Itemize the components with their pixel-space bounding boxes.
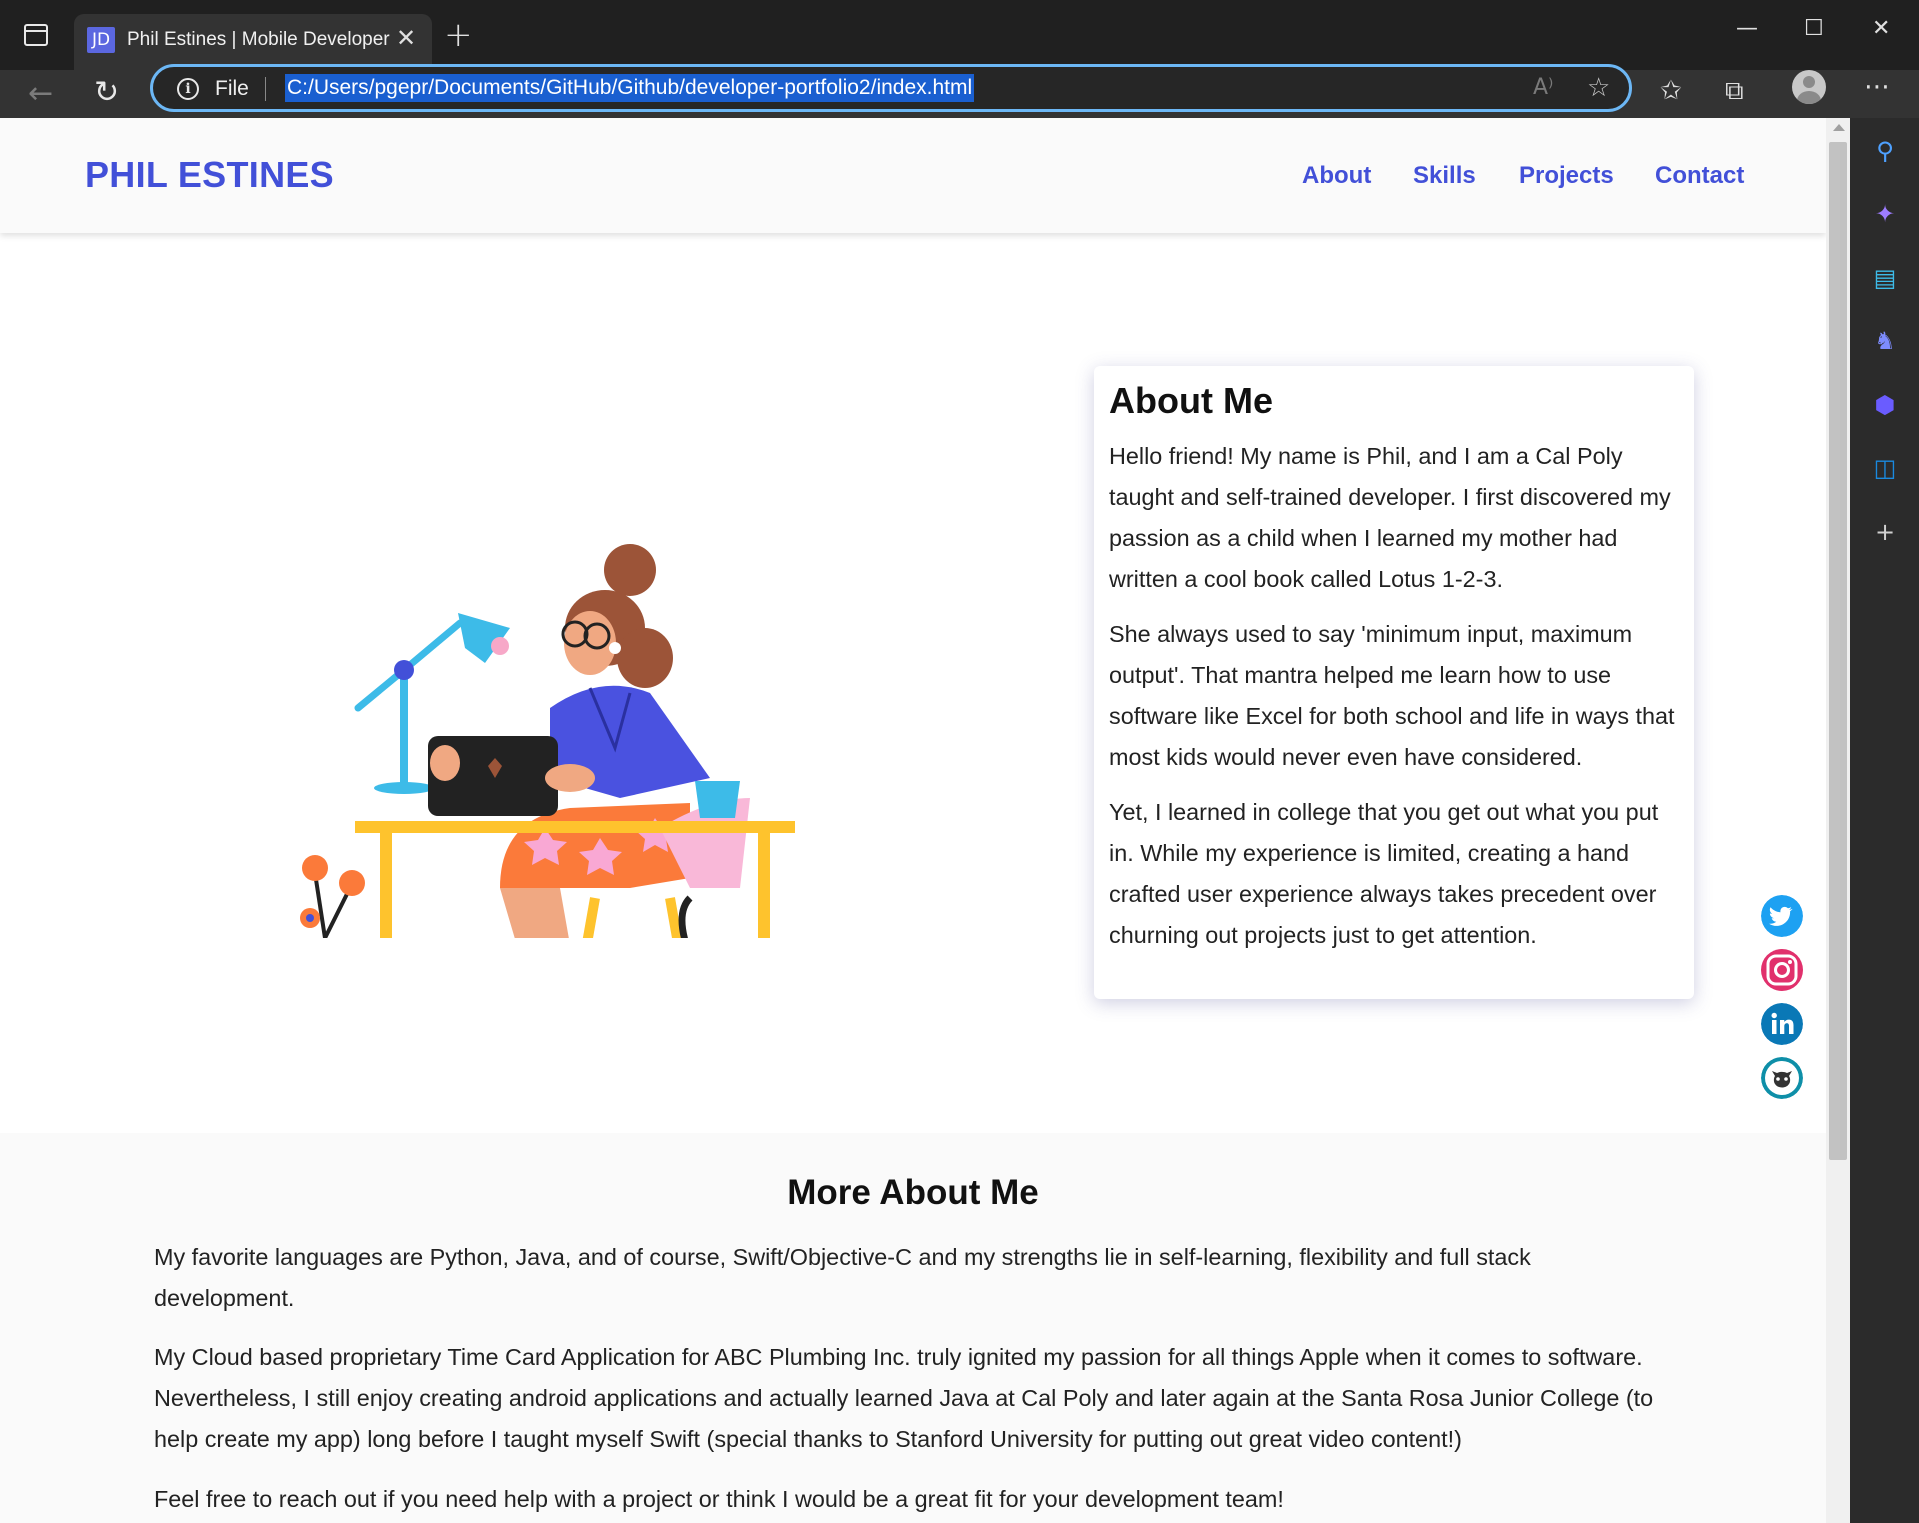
- more-paragraph-1: My favorite languages are Python, Java, …: [154, 1244, 1531, 1311]
- about-paragraph-3: Yet, I learned in college that you get o…: [1109, 799, 1659, 948]
- github-icon[interactable]: [1761, 1057, 1803, 1099]
- address-divider: [265, 77, 266, 101]
- games-icon[interactable]: ♞: [1872, 328, 1898, 354]
- nav-skills[interactable]: Skills: [1413, 162, 1476, 190]
- coffee-mug: [695, 781, 740, 818]
- more-options-icon[interactable]: ⋯: [1864, 72, 1890, 102]
- window-close-icon[interactable]: ✕: [1872, 14, 1890, 44]
- about-paragraph-2: She always used to say 'minimum input, m…: [1109, 621, 1675, 770]
- back-arrow-icon[interactable]: ←: [28, 76, 53, 111]
- collections-icon[interactable]: ⧉: [1725, 76, 1744, 107]
- nav-about[interactable]: About: [1302, 162, 1371, 190]
- add-sidebar-app-icon[interactable]: +: [1872, 519, 1898, 545]
- refresh-icon[interactable]: ↻: [94, 75, 119, 110]
- microsoft-365-icon[interactable]: ⬢: [1872, 392, 1898, 418]
- scroll-up-arrow-icon[interactable]: [1833, 124, 1845, 131]
- developer-illustration: [300, 544, 795, 938]
- about-title: About Me: [1109, 380, 1273, 421]
- tab-title: Phil Estines | Mobile Developer: [127, 29, 390, 50]
- linkedin-icon[interactable]: [1761, 1003, 1803, 1045]
- add-favorite-icon[interactable]: ☆: [1587, 73, 1610, 103]
- scroll-thumb[interactable]: [1829, 142, 1847, 1160]
- outlook-icon[interactable]: ◫: [1872, 455, 1898, 481]
- more-paragraph-2: My Cloud based proprietary Time Card App…: [154, 1344, 1654, 1452]
- tab-actions-icon[interactable]: [24, 24, 48, 46]
- tab-close-icon[interactable]: ✕: [396, 25, 416, 53]
- address-bar[interactable]: i File C:/Users/pgepr/Documents/GitHub/G…: [150, 64, 1632, 112]
- protocol-label: File: [215, 77, 249, 100]
- copilot-sparkle-icon[interactable]: ✦: [1872, 201, 1898, 227]
- shopping-bag-icon[interactable]: ▤: [1872, 265, 1898, 291]
- browser-titlebar: JD Phil Estines | Mobile Developer ✕ + —…: [0, 0, 1919, 70]
- url-text[interactable]: C:/Users/pgepr/Documents/GitHub/Github/d…: [285, 74, 975, 102]
- about-card: About Me Hello friend! My name is Phil, …: [1094, 366, 1694, 999]
- flower-vase: [300, 855, 365, 938]
- profile-avatar[interactable]: [1792, 70, 1826, 104]
- brand-logo[interactable]: PHIL ESTINES: [85, 154, 334, 196]
- new-tab-icon[interactable]: +: [444, 18, 473, 52]
- more-about-section: More About Me My favorite languages are …: [0, 1133, 1826, 1523]
- site-info-icon[interactable]: i: [177, 78, 199, 100]
- instagram-icon[interactable]: [1761, 949, 1803, 991]
- nav-projects[interactable]: Projects: [1519, 162, 1614, 190]
- page-scrollbar[interactable]: [1826, 118, 1850, 1523]
- site-header: PHIL ESTINES About Skills Projects Conta…: [0, 118, 1826, 233]
- nav-contact[interactable]: Contact: [1655, 162, 1744, 190]
- dog: [678, 895, 693, 938]
- page-viewport: PHIL ESTINES About Skills Projects Conta…: [0, 118, 1826, 1523]
- favorites-icon[interactable]: ✩: [1660, 76, 1682, 106]
- tab-favicon-icon: JD: [87, 27, 115, 53]
- twitter-icon[interactable]: [1761, 895, 1803, 937]
- maximize-icon[interactable]: ☐: [1804, 14, 1824, 44]
- more-about-title: More About Me: [787, 1173, 1039, 1212]
- edge-sidebar: ⚲ ✦ ▤ ♞ ⬢ ◫ +: [1850, 118, 1919, 1523]
- read-aloud-icon[interactable]: A⁾: [1533, 75, 1553, 100]
- search-icon[interactable]: ⚲: [1872, 138, 1898, 164]
- minimize-icon[interactable]: —: [1736, 14, 1758, 44]
- browser-tab-active[interactable]: JD Phil Estines | Mobile Developer ✕: [74, 14, 432, 70]
- about-paragraph-1: Hello friend! My name is Phil, and I am …: [1109, 443, 1671, 592]
- more-paragraph-3: Feel free to reach out if you need help …: [154, 1486, 1284, 1512]
